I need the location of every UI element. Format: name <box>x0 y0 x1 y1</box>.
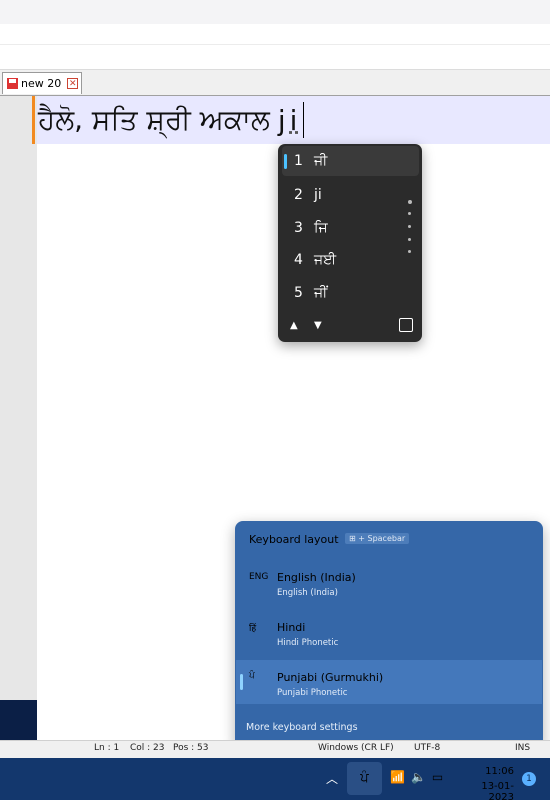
triangle-up-icon[interactable]: ▲ <box>290 320 298 331</box>
keyboard-layout-flyout <box>235 521 543 748</box>
heart-icon[interactable] <box>399 318 413 332</box>
system-tray-icons[interactable]: 📶 🔈 ▭ <box>390 770 443 784</box>
editor-text-line[interactable]: ਹੈਲੋ, ਸਤਿ ਸ਼੍ਰੀ ਅਕਾਲ ji <box>38 98 305 142</box>
status-encoding: UTF-8 <box>414 743 441 753</box>
language-code: हिं <box>249 624 257 634</box>
unsaved-file-icon <box>7 78 18 89</box>
candidate-text: ਜੀਂ <box>314 285 328 301</box>
toolbar-lower <box>0 45 550 70</box>
text-cursor <box>303 102 305 138</box>
page-indicator-dot <box>408 200 412 204</box>
language-code: ENG <box>249 572 269 582</box>
close-tab-icon[interactable]: ✕ <box>67 78 79 89</box>
language-name: Hindi <box>277 621 306 634</box>
language-layout: Hindi Phonetic <box>277 638 339 648</box>
page-indicator-dot <box>408 250 411 253</box>
page-indicator-dot <box>408 212 411 215</box>
candidate-number: 1 <box>294 153 303 169</box>
selection-indicator <box>284 154 287 169</box>
editor-text: ਹੈਲੋ, ਸਤਿ ਸ਼੍ਰੀ ਅਕਾਲ <box>38 103 270 136</box>
candidate-text: ਜੀ <box>314 153 328 169</box>
status-insert-mode: INS <box>515 743 531 753</box>
candidate-item[interactable]: 1 ਜੀ <box>282 146 419 176</box>
tab-new-20[interactable]: new 20 ✕ <box>2 72 82 94</box>
ime-candidate-window: 1 ਜੀ 2 ji 3 ਜਿ 4 ਜਈ 5 ਜੀਂ <box>278 144 422 342</box>
status-eol: Windows (CR LF) <box>318 743 394 753</box>
candidate-number: 5 <box>294 285 303 301</box>
wifi-icon[interactable]: 📶 <box>390 770 405 784</box>
language-layout: English (India) <box>277 588 338 598</box>
candidate-item[interactable]: 4 ਜਈ <box>282 245 419 275</box>
language-layout: Punjabi Phonetic <box>277 688 348 698</box>
language-name: Punjabi (Gurmukhi) <box>277 671 384 684</box>
candidate-item[interactable]: 3 ਜਿ <box>282 213 419 243</box>
status-line: Ln : 1 <box>94 743 120 753</box>
candidate-number: 2 <box>294 187 303 203</box>
input-indicator-button[interactable]: ਪੰ <box>347 762 382 795</box>
tab-label: new 20 <box>21 77 62 90</box>
triangle-down-icon[interactable]: ▼ <box>314 320 322 331</box>
page-indicator-dot <box>408 225 411 228</box>
toolbar-middle <box>0 24 550 45</box>
candidate-number: 3 <box>294 220 303 236</box>
status-position: Pos : 53 <box>173 743 209 753</box>
notification-badge[interactable]: 1 <box>522 772 536 786</box>
candidate-number: 4 <box>294 252 303 268</box>
desktop-strip <box>0 700 37 740</box>
volume-icon[interactable]: 🔈 <box>411 770 426 784</box>
page-indicator-dot <box>408 238 411 241</box>
language-name: English (India) <box>277 571 356 584</box>
shortcut-hint: ⊞ + Spacebar <box>345 533 410 544</box>
candidate-text: ji <box>314 187 322 203</box>
status-column: Col : 23 <box>130 743 165 753</box>
input-language-label: ਪੰ <box>360 771 369 786</box>
tab-strip <box>0 70 550 96</box>
candidate-text: ਜਿ <box>314 220 328 236</box>
status-bar <box>0 740 550 759</box>
candidate-item[interactable]: 5 ਜੀਂ <box>282 278 419 308</box>
selection-indicator <box>240 674 243 690</box>
language-code: ਪੰ <box>249 671 255 681</box>
candidate-text: ਜਈ <box>314 252 337 268</box>
more-keyboard-settings-link[interactable]: More keyboard settings <box>246 722 358 733</box>
line-change-marker <box>32 96 35 144</box>
chevron-up-icon[interactable]: ︿ <box>326 770 338 787</box>
battery-icon[interactable]: ▭ <box>432 770 443 784</box>
candidate-item[interactable]: 2 ji <box>282 180 419 210</box>
clock-time[interactable]: 11:06 <box>480 766 514 777</box>
composing-text: ji <box>277 103 302 137</box>
flyout-title: Keyboard layout <box>249 533 339 546</box>
toolbar-top <box>0 0 550 24</box>
line-number-gutter <box>0 96 37 736</box>
